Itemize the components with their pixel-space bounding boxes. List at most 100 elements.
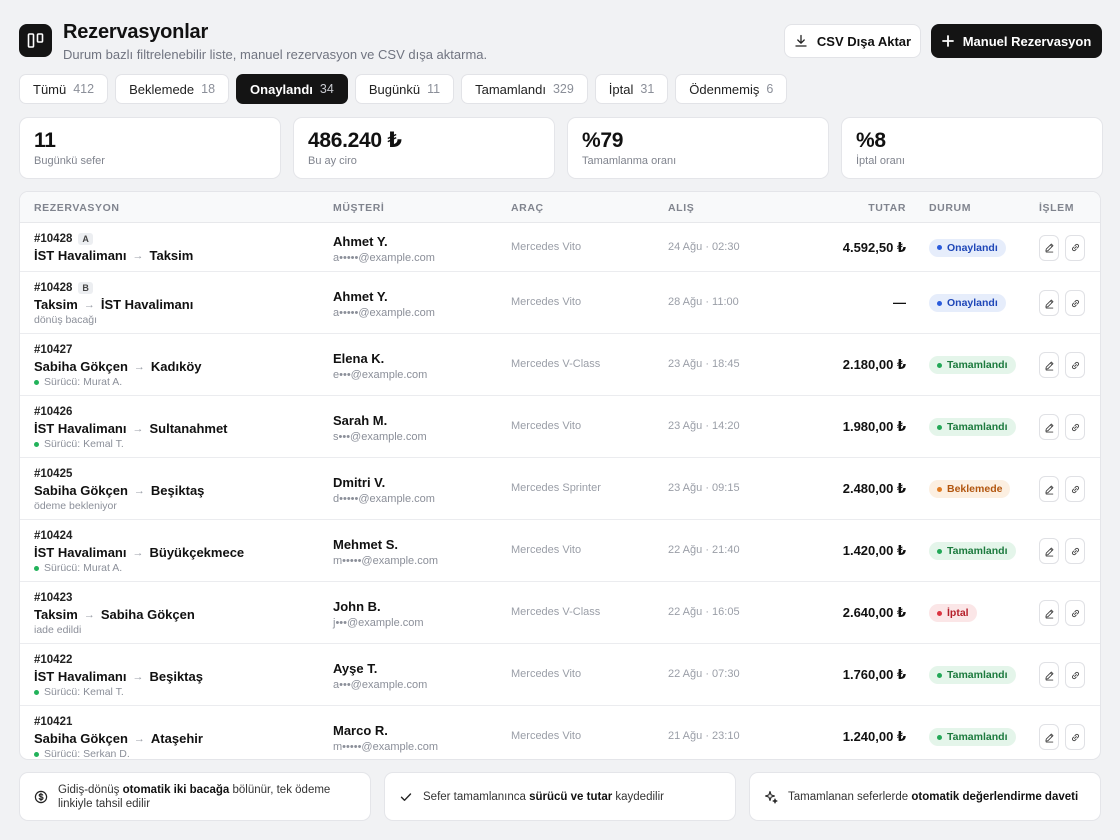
copy-link-button[interactable] (1065, 414, 1085, 440)
route-from: Sabiha Gökçen (34, 359, 128, 374)
leg-badge: A (78, 233, 93, 245)
edit-button[interactable] (1039, 476, 1059, 502)
copy-link-button[interactable] (1065, 724, 1085, 750)
table-row[interactable]: #10421 Sabiha Gökçen → Ataşehir Sürücü: Serk… (20, 706, 1100, 759)
tab-label: Tamamlandı (475, 81, 546, 97)
new-reservation-label: Manuel Rezervasyon (962, 33, 1092, 49)
route: Sabiha Gökçen → Kadıköy (34, 359, 202, 374)
arrow-icon: → (133, 360, 145, 373)
route-from: İST Havalimanı (34, 421, 127, 436)
reservation-id: #10427 (34, 344, 73, 356)
link-icon (1070, 670, 1081, 681)
tab-count: 34 (319, 82, 334, 96)
vehicle: Mercedes V-Class (511, 606, 601, 618)
dollar-icon (34, 790, 48, 804)
status-text: Tamamlandı (947, 731, 1008, 743)
pickup-time: 23 Ağu · 18:45 (668, 358, 740, 370)
status-badge: Beklemede (929, 480, 1011, 498)
stats-row: 11 Bugünkü sefer 486.240 ₺ Bu ay ciro %79 Tam… (19, 117, 1103, 179)
tab-label: Tümü (33, 81, 67, 97)
copy-link-button[interactable] (1065, 476, 1085, 502)
pencil-icon (1044, 242, 1055, 253)
reservation-ref: #10422 (34, 654, 203, 666)
link-icon (1070, 484, 1081, 495)
copy-link-button[interactable] (1065, 352, 1085, 378)
edit-button[interactable] (1039, 352, 1059, 378)
copy-link-button[interactable] (1065, 662, 1085, 688)
stat-card: 11 Bugünkü sefer (19, 117, 281, 179)
route-to: Büyükçekmece (149, 545, 245, 560)
route-from: İST Havalimanı (34, 545, 127, 560)
tab-count: 6 (766, 82, 774, 96)
tab-label: Onaylandı (250, 81, 313, 97)
customer-email: e•••@example.com (333, 369, 428, 381)
pickup-time: 28 Ağu · 11:00 (668, 296, 739, 308)
reservation-ref: #10424 (34, 530, 244, 542)
edit-button[interactable] (1039, 234, 1059, 261)
pickup-time: 22 Ağu · 07:30 (668, 668, 740, 680)
route: İST Havalimanı → Beşiktaş (34, 669, 203, 684)
route: İST Havalimanı → Sultanahmet (34, 421, 228, 436)
status-badge: Tamamlandı (929, 666, 1016, 684)
table-row[interactable]: #10426 İST Havalimanı → Sultanahmet Sürücü: … (20, 396, 1100, 458)
customer-name: John B. (333, 599, 381, 614)
column-header: DURUM (929, 202, 972, 214)
stat-label: Bugünkü sefer (34, 155, 105, 167)
note-text: ödeme bekleniyor (34, 500, 117, 512)
page-title: Rezervasyonlar (63, 21, 209, 43)
table-row[interactable]: #10428 B Taksim → İST Havalimanı dönüş bacağı… (20, 272, 1100, 334)
tab-4[interactable]: Bugünkü 11 (354, 74, 455, 104)
copy-link-button[interactable] (1065, 290, 1085, 316)
arrow-icon: → (132, 249, 144, 262)
stat-label: İptal oranı (856, 155, 905, 167)
customer-name: Elena K. (333, 351, 385, 366)
column-header: REZERVASYON (34, 202, 120, 214)
tab-5[interactable]: Tamamlandı 329 (461, 74, 588, 104)
edit-button[interactable] (1039, 724, 1059, 750)
csv-export-button[interactable]: CSV Dışa Aktar (784, 24, 921, 58)
pickup-time: 22 Ağu · 16:05 (668, 606, 740, 618)
status-text: Onaylandı (947, 241, 998, 254)
table-row[interactable]: #10424 İST Havalimanı → Büyükçekmece Sürücü:… (20, 520, 1100, 582)
customer-email: a•••••@example.com (333, 251, 435, 264)
reservation-id: #10425 (34, 468, 73, 480)
edit-button[interactable] (1039, 600, 1059, 626)
customer-name: Dmitri V. (333, 475, 386, 490)
reservation-id: #10423 (34, 592, 73, 604)
arrow-icon: → (83, 608, 95, 621)
copy-link-button[interactable] (1065, 538, 1085, 564)
tab-2[interactable]: Beklemede 18 (115, 74, 230, 104)
table-row[interactable]: #10425 Sabiha Gökçen → Beşiktaş ödeme beklen… (20, 458, 1100, 520)
customer-cell: Ahmet Y. a•••••@example.com (333, 289, 435, 319)
edit-button[interactable] (1039, 414, 1059, 440)
status-badge: Tamamlandı (929, 356, 1016, 374)
info-cards: Gidiş-dönüş otomatik iki bacağa bölünür,… (19, 772, 1101, 821)
customer-name: Mehmet S. (333, 537, 399, 552)
tab-1[interactable]: Tümü 412 (19, 74, 109, 104)
reservation-id: #10428 (34, 282, 73, 294)
arrow-icon: → (83, 298, 95, 311)
link-icon (1070, 608, 1081, 619)
table-row[interactable]: #10428 A İST Havalimanı → Taksim Ahmet Y. a•••… (20, 223, 1100, 272)
table-row[interactable]: #10423 Taksim → Sabiha Gökçen iade edildi Joh… (20, 582, 1100, 644)
tab-7[interactable]: Ödenmemiş 6 (675, 74, 788, 104)
copy-link-button[interactable] (1065, 234, 1085, 261)
page-header: Rezervasyonlar Durum bazlı filtrelenebil… (19, 20, 1102, 64)
new-reservation-button[interactable]: Manuel Rezervasyon (931, 24, 1102, 58)
arrow-icon: → (132, 670, 144, 683)
edit-button[interactable] (1039, 662, 1059, 688)
edit-button[interactable] (1039, 538, 1059, 564)
info-card: Sefer tamamlanınca sürücü ve tutar kayde… (384, 772, 736, 821)
tab-3[interactable]: Onaylandı 34 (236, 74, 348, 104)
copy-link-button[interactable] (1065, 600, 1085, 626)
edit-button[interactable] (1039, 290, 1059, 316)
route-to: Sultanahmet (149, 421, 228, 436)
status-dot-icon (937, 548, 942, 554)
info-card: Tamamlanan seferlerde otomatik değerlend… (749, 772, 1101, 821)
check-icon (399, 790, 413, 804)
tab-6[interactable]: İptal 31 (594, 74, 669, 104)
status-dot-icon (937, 610, 942, 616)
table-row[interactable]: #10427 Sabiha Gökçen → Kadıköy Sürücü: Murat… (20, 334, 1100, 396)
table-row[interactable]: #10422 İST Havalimanı → Beşiktaş Sürücü: Kem… (20, 644, 1100, 706)
reservation-cell: #10428 A İST Havalimanı → Taksim (34, 233, 193, 263)
